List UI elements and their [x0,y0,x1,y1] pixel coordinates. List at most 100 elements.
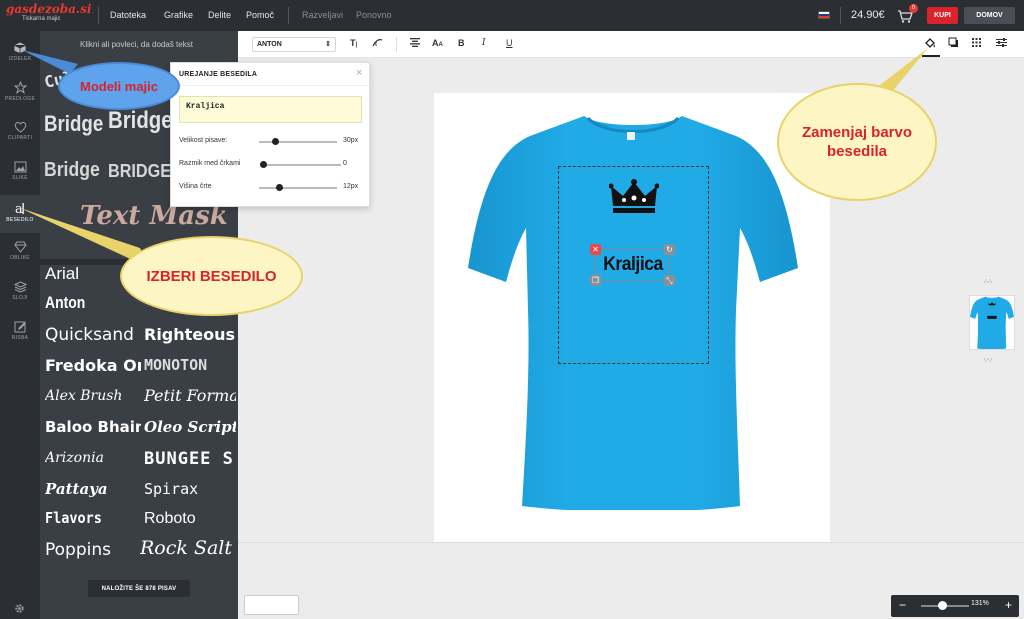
font-item[interactable]: Oleo Script Sw [144,418,236,436]
crown-icon[interactable] [609,178,659,214]
tshirt-thumbnail [970,296,1014,350]
font-item[interactable]: MONOTON [144,356,236,374]
rail-item-shapes[interactable]: OBLIKE [0,235,40,273]
text-art-sample[interactable]: Bridge [108,107,173,135]
text-size-icon[interactable]: T| [350,38,357,48]
italic-icon[interactable]: I [482,38,486,48]
gear-icon[interactable] [14,603,25,614]
letter-spacing-value: 0 [343,160,347,167]
rail-item-templates[interactable]: PREDLOGE [0,75,40,113]
zoom-slider-handle[interactable] [938,601,947,610]
rotate-handle-icon[interactable]: ↻ [664,244,675,255]
font-item[interactable]: Righteous [144,325,236,344]
divider [396,37,397,52]
price-display: 24.90€ [851,9,885,21]
rail-item-product[interactable]: IZDELEK [0,35,40,73]
page-thumbnail[interactable] [244,595,299,615]
menu-graphics[interactable]: Grafike [164,10,193,20]
paint-bucket-icon[interactable] [924,37,936,49]
font-item[interactable]: Arizonia [45,450,104,466]
zoom-out-button[interactable]: − [899,598,906,612]
menu-share[interactable]: Delite [208,10,231,20]
font-item[interactable]: Petit Formal [144,386,236,405]
text-art-sample[interactable]: BRIDGE [108,161,171,182]
rail-label: BESEDILO [6,217,34,223]
letter-spacing-slider[interactable] [263,164,341,166]
active-tool-indicator [922,55,940,57]
shadow-icon[interactable] [948,37,959,48]
divider [840,7,841,24]
underline-icon[interactable]: U [506,38,513,48]
grid-icon[interactable] [972,38,981,47]
rail-item-layers[interactable]: SLOJI [0,275,40,313]
font-item[interactable]: Alex Brush [45,388,122,404]
svg-text:t: t [375,42,377,48]
close-icon[interactable]: × [356,67,362,79]
view-thumbnail-front[interactable] [969,295,1015,350]
menu-help[interactable]: Pomoč [246,10,274,20]
left-rail: IZDELEK PREDLOGE CLIPARTI SLIKE a BESEDI… [0,31,40,619]
text-content-input[interactable]: Kraljica [179,96,362,123]
curve-text-icon[interactable]: t [372,37,383,48]
resize-handle-icon[interactable]: ⤡ [664,275,675,286]
font-item[interactable]: Rock Salt [140,537,236,559]
font-item[interactable]: Arial [45,264,79,284]
rail-label: CLIPARTI [7,135,33,141]
home-button[interactable]: DOMOV [964,7,1015,24]
undo-button[interactable]: Razveljavi [302,10,343,20]
buy-button[interactable]: KUPI [927,7,958,24]
divider [288,7,289,24]
scroll-up-icon[interactable]: ∴∴ [984,278,993,285]
font-item[interactable]: Roboto [144,510,196,528]
text-toolbar: ANTON ⇕ T| t AA B I U [238,31,1024,58]
panel-hint: Klikni ali povleci, da dodaš tekst [80,40,193,49]
rail-item-images[interactable]: SLIKE [0,155,40,193]
font-select[interactable]: ANTON ⇕ [252,37,336,52]
divider [98,7,99,24]
logo[interactable]: gasdezoba.si Tiskarna majic [6,3,91,27]
language-flag-icon[interactable] [818,11,830,19]
font-item[interactable]: Pattaya [45,480,108,498]
zoom-in-button[interactable]: + [1005,598,1012,612]
cart-count-badge: 0 [909,4,918,13]
bold-icon[interactable]: B [458,38,465,48]
font-size-value: 30px [343,137,359,144]
line-height-slider[interactable] [259,187,337,189]
font-item[interactable]: Anton [45,293,85,313]
divider [171,85,371,86]
letter-spacing-slider-handle[interactable] [260,161,267,168]
rail-label: RISBA [11,335,29,341]
font-size-slider-handle[interactable] [271,138,279,145]
heart-icon [14,121,26,133]
font-item[interactable]: BUNGEE S [144,449,236,469]
font-item[interactable]: Flavors [45,509,102,527]
line-height-value: 12px [343,183,359,190]
text-art-sample[interactable]: Bridge [44,111,103,137]
rail-item-draw[interactable]: RISBA [0,315,40,353]
text-case-icon[interactable]: AA [432,38,443,48]
logo-subtitle: Tiskarna majic [22,16,61,22]
rail-item-text[interactable]: a BESEDILO [0,195,40,233]
sliders-icon[interactable] [996,38,1007,47]
rail-label: PREDLOGE [4,96,36,102]
delete-handle-icon[interactable]: ✕ [590,244,601,255]
font-size-slider[interactable] [259,141,337,143]
line-height-slider-handle[interactable] [275,184,283,191]
text-art-sample[interactable]: Bridge [44,159,100,182]
font-item[interactable]: Fredoka One [45,356,141,375]
font-item[interactable]: Spirax [144,480,198,498]
layer-handle-icon[interactable]: ❐ [590,275,601,286]
font-item[interactable]: Baloo Bhaina [45,418,141,436]
load-more-fonts-button[interactable]: NALOŽITE ŠE 878 PISAV [88,580,190,597]
font-item[interactable]: Poppins [45,540,111,560]
callout-change-color: Zamenjaj barvo besedila [777,83,937,201]
callout-choose-text: IZBERI BESEDILO [120,236,303,316]
redo-button[interactable]: Ponovno [356,10,392,20]
menu-file[interactable]: Datoteka [110,10,146,20]
scroll-down-icon[interactable]: ∵∵ [984,357,993,364]
design-text-object[interactable]: Kraljica [600,250,666,280]
align-center-icon[interactable] [410,38,420,47]
font-item[interactable]: Quicksand [45,325,134,345]
rail-item-cliparts[interactable]: CLIPARTI [0,115,40,153]
svg-text:a: a [15,202,23,215]
